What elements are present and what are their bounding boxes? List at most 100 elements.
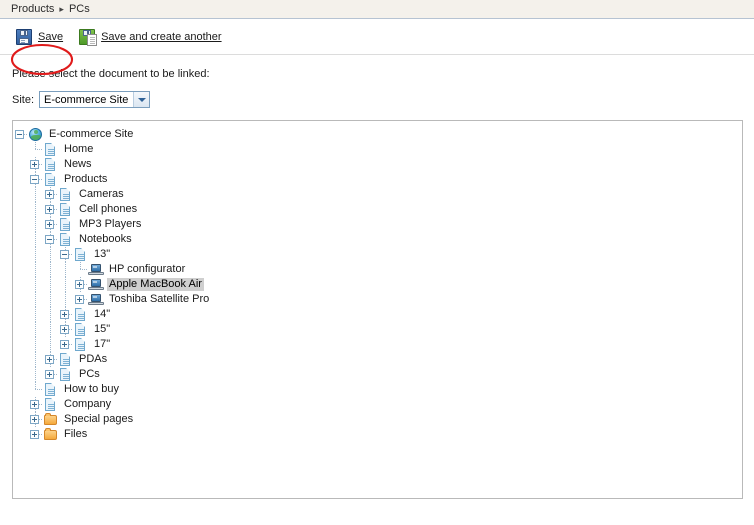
tree-collapse-icon[interactable] [43, 232, 58, 247]
tree-guide [13, 352, 28, 367]
document-icon [73, 337, 89, 352]
tree-node[interactable]: Apple MacBook Air [13, 277, 742, 292]
save-and-create-another-button[interactable]: Save and create another [79, 28, 222, 46]
tree-expand-icon[interactable] [28, 157, 43, 172]
tree-guide [13, 157, 28, 172]
tree-guide [43, 277, 58, 292]
document-icon [58, 217, 74, 232]
tree-guide [43, 337, 58, 352]
breadcrumb-item-pcs[interactable]: PCs [69, 3, 90, 15]
tree-expand-icon[interactable] [58, 307, 73, 322]
tree-expand-icon[interactable] [28, 397, 43, 412]
tree-node[interactable]: News [13, 157, 742, 172]
document-icon [43, 142, 59, 157]
laptop-icon [88, 292, 104, 307]
tree-node-label[interactable]: HP configurator [107, 263, 187, 276]
tree-guide [13, 232, 28, 247]
document-tree-panel[interactable]: E-commerce Site Home News Products Cameras Ce… [12, 120, 743, 499]
tree-guide [43, 262, 58, 277]
tree-node-label[interactable]: E-commerce Site [47, 128, 135, 141]
tree-node-label[interactable]: PCs [77, 368, 102, 381]
tree-node[interactable]: Products [13, 172, 742, 187]
tree-guide [58, 277, 73, 292]
tree-indent-guides [13, 412, 43, 427]
tree-node-label[interactable]: How to buy [62, 383, 121, 396]
tree-node[interactable]: HP configurator [13, 262, 742, 277]
tree-indent-guides [13, 232, 58, 247]
tree-expand-icon[interactable] [73, 292, 88, 307]
tree-node-label[interactable]: Home [62, 143, 95, 156]
tree-node[interactable]: E-commerce Site [13, 127, 742, 142]
tree-node[interactable]: 15" [13, 322, 742, 337]
document-icon [73, 322, 89, 337]
tree-indent-guides [13, 397, 43, 412]
tree-node[interactable]: Special pages [13, 412, 742, 427]
tree-node-label[interactable]: Cell phones [77, 203, 139, 216]
tree-indent-guides [13, 337, 73, 352]
tree-node-label[interactable]: Cameras [77, 188, 126, 201]
tree-guide [28, 292, 43, 307]
tree-guide [28, 277, 43, 292]
tree-expand-icon[interactable] [43, 352, 58, 367]
tree-node-label[interactable]: Apple MacBook Air [107, 278, 204, 291]
site-select[interactable]: E-commerce Site [39, 91, 151, 108]
breadcrumb: Products ▸ PCs [0, 0, 754, 19]
tree-node[interactable]: 14" [13, 307, 742, 322]
tree-expand-icon[interactable] [73, 277, 88, 292]
tree-expand-icon[interactable] [28, 427, 43, 442]
tree-node[interactable]: Cameras [13, 187, 742, 202]
tree-node-label[interactable]: News [62, 158, 94, 171]
tree-node[interactable]: PDAs [13, 352, 742, 367]
tree-collapse-icon[interactable] [58, 247, 73, 262]
document-icon [43, 172, 59, 187]
tree-node-label[interactable]: 14" [92, 308, 112, 321]
tree-node-label[interactable]: 15" [92, 323, 112, 336]
tree-expand-icon[interactable] [43, 367, 58, 382]
tree-node[interactable]: Files [13, 427, 742, 442]
save-button[interactable]: Save [16, 28, 64, 45]
tree-guide [58, 292, 73, 307]
tree-collapse-icon[interactable] [13, 127, 28, 142]
tree-node-label[interactable]: Special pages [62, 413, 135, 426]
chevron-down-icon[interactable] [133, 92, 150, 107]
tree-expand-icon[interactable] [43, 187, 58, 202]
tree-guide [13, 202, 28, 217]
document-icon [43, 397, 59, 412]
tree-expand-icon[interactable] [43, 217, 58, 232]
tree-node-label[interactable]: MP3 Players [77, 218, 143, 231]
tree-node-label[interactable]: 13" [92, 248, 112, 261]
tree-node[interactable]: MP3 Players [13, 217, 742, 232]
tree-expand-icon[interactable] [28, 412, 43, 427]
tree-guide [13, 322, 28, 337]
tree-node[interactable]: 17" [13, 337, 742, 352]
tree-guide [43, 247, 58, 262]
tree-node-label[interactable]: PDAs [77, 353, 109, 366]
breadcrumb-item-products[interactable]: Products [11, 3, 54, 15]
document-icon [43, 382, 59, 397]
tree-node-label[interactable]: 17" [92, 338, 112, 351]
tree-node[interactable]: How to buy [13, 382, 742, 397]
tree-node-label[interactable]: Files [62, 428, 89, 441]
tree-node[interactable]: 13" [13, 247, 742, 262]
tree-guide [13, 382, 28, 397]
tree-node[interactable]: Cell phones [13, 202, 742, 217]
tree-guide [28, 367, 43, 382]
tree-expand-icon[interactable] [43, 202, 58, 217]
tree-indent-guides [13, 292, 88, 307]
tree-node-label[interactable]: Products [62, 173, 109, 186]
tree-node[interactable]: Company [13, 397, 742, 412]
tree-node-label[interactable]: Toshiba Satellite Pro [107, 293, 211, 306]
document-icon [73, 247, 89, 262]
tree-expand-icon[interactable] [58, 322, 73, 337]
tree-node-label[interactable]: Notebooks [77, 233, 134, 246]
tree-node[interactable]: Toshiba Satellite Pro [13, 292, 742, 307]
tree-node[interactable]: PCs [13, 367, 742, 382]
tree-node[interactable]: Home [13, 142, 742, 157]
tree-guide [28, 217, 43, 232]
tree-expand-icon[interactable] [58, 337, 73, 352]
tree-indent-guides [13, 127, 28, 142]
tree-node[interactable]: Notebooks [13, 232, 742, 247]
tree-node-label[interactable]: Company [62, 398, 113, 411]
save-button-label: Save [38, 30, 64, 43]
tree-collapse-icon[interactable] [28, 172, 43, 187]
